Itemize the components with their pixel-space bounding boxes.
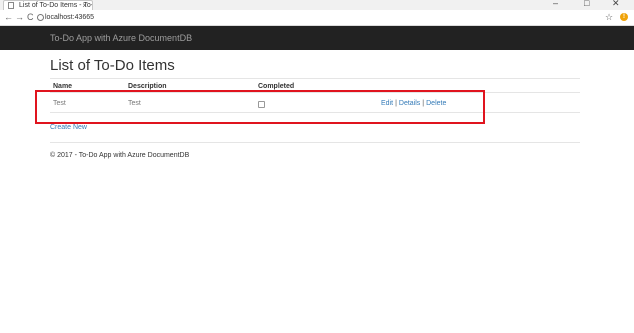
column-header-description: Description (128, 83, 167, 90)
page-icon (8, 2, 14, 9)
url-text: localhost:43665 (45, 14, 95, 21)
browser-tab[interactable]: List of To-Do Items - To- × (3, 0, 93, 10)
navbar-brand[interactable]: To-Do App with Azure DocumentDB (50, 33, 192, 43)
close-window-icon[interactable]: ✕ (612, 0, 620, 9)
minimize-icon[interactable]: – (553, 0, 558, 8)
footer-divider (50, 142, 580, 143)
maximize-icon[interactable]: □ (584, 0, 589, 8)
browser-tab-bar: List of To-Do Items - To- × – □ ✕ (0, 0, 634, 10)
site-navbar: To-Do App with Azure DocumentDB (0, 26, 634, 50)
forward-icon[interactable]: → (15, 12, 24, 23)
tab-close-icon[interactable]: × (82, 1, 87, 10)
info-icon[interactable] (37, 14, 44, 21)
column-header-completed: Completed (258, 83, 295, 90)
page-title: List of To-Do Items (50, 57, 175, 74)
bookmark-star-icon[interactable]: ☆ (605, 12, 613, 23)
back-icon[interactable]: ← (4, 12, 13, 23)
column-header-name: Name (53, 83, 73, 90)
reload-icon[interactable]: C (27, 12, 34, 23)
title-divider (50, 78, 580, 79)
red-highlight-box (35, 90, 485, 124)
url-input[interactable]: localhost:43665 (37, 12, 603, 23)
address-bar-row: ← → C localhost:43665 ☆ ! (0, 10, 634, 26)
create-new-link[interactable]: Create New (50, 124, 87, 131)
extension-alert-icon[interactable]: ! (620, 13, 628, 21)
footer-text: © 2017 - To-Do App with Azure DocumentDB (50, 152, 190, 159)
